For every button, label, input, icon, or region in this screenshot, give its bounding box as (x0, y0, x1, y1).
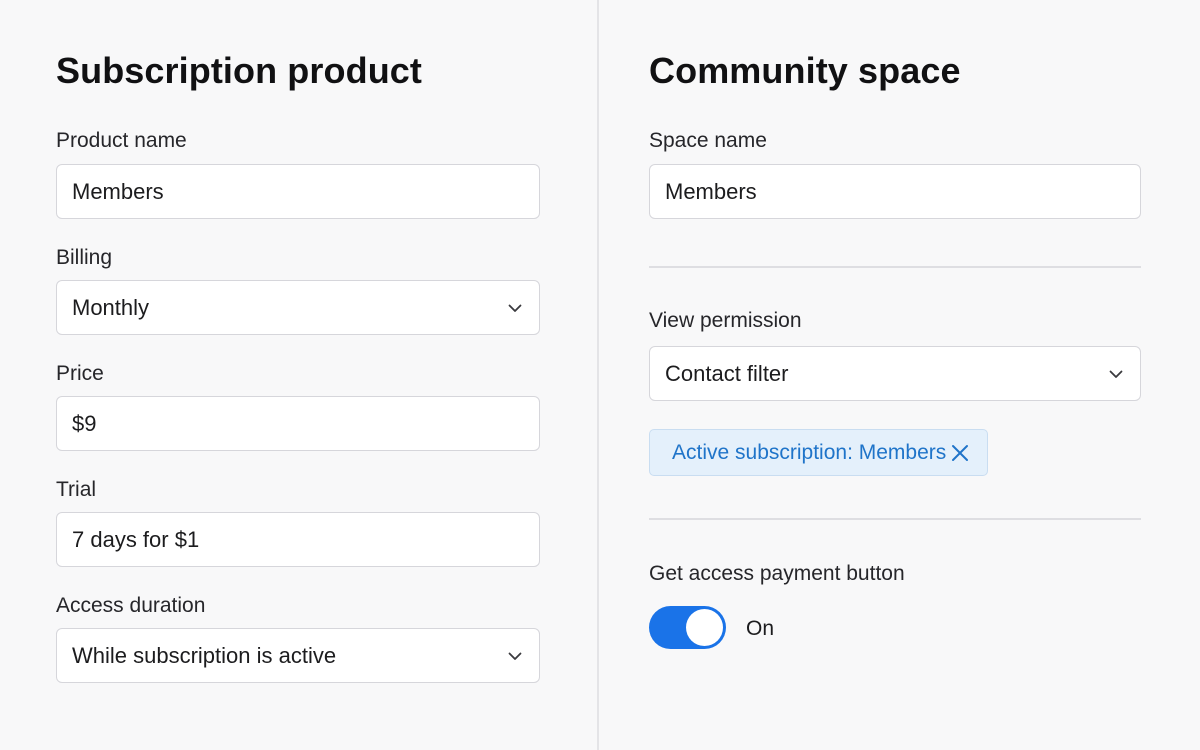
space-name-input[interactable]: Members (649, 164, 1141, 219)
settings-page: Subscription product Product name Member… (0, 0, 1200, 750)
subscription-product-panel: Subscription product Product name Member… (56, 0, 540, 750)
billing-label: Billing (56, 246, 113, 269)
chevron-down-icon (507, 648, 523, 664)
trial-label: Trial (56, 478, 97, 501)
space-name-label: Space name (649, 129, 767, 152)
chevron-down-icon (507, 300, 523, 316)
view-permission-label: View permission (649, 309, 802, 332)
billing-select[interactable]: Monthly (56, 280, 540, 335)
section-divider (649, 266, 1141, 268)
section-divider (649, 518, 1141, 520)
toggle-state-label: On (746, 617, 775, 640)
access-duration-label: Access duration (56, 594, 206, 617)
chevron-down-icon (1108, 366, 1124, 382)
price-input[interactable]: $9 (56, 396, 540, 451)
access-duration-value: While subscription is active (72, 642, 337, 668)
product-name-value: Members (72, 178, 164, 204)
payment-button-label: Get access payment button (649, 562, 905, 585)
billing-value: Monthly (72, 294, 150, 320)
product-name-input[interactable]: Members (56, 164, 540, 219)
view-permission-select[interactable]: Contact filter (649, 346, 1141, 401)
trial-value: 7 days for $1 (72, 526, 200, 552)
panel-divider (597, 0, 599, 750)
space-name-value: Members (665, 178, 757, 204)
toggle-knob (686, 609, 723, 646)
trial-input[interactable]: 7 days for $1 (56, 512, 540, 567)
close-icon[interactable] (949, 442, 971, 464)
access-duration-select[interactable]: While subscription is active (56, 628, 540, 683)
view-permission-value: Contact filter (665, 360, 789, 386)
community-space-panel: Community space Space name Members View … (649, 0, 1141, 750)
subscription-product-title: Subscription product (56, 50, 422, 91)
filter-chip: Active subscription: Members (649, 429, 988, 476)
filter-chip-label: Active subscription: Members (672, 440, 947, 464)
product-name-label: Product name (56, 129, 187, 152)
price-label: Price (56, 362, 104, 385)
price-value: $9 (72, 410, 97, 436)
community-space-title: Community space (649, 50, 961, 91)
payment-button-toggle[interactable] (649, 606, 726, 649)
